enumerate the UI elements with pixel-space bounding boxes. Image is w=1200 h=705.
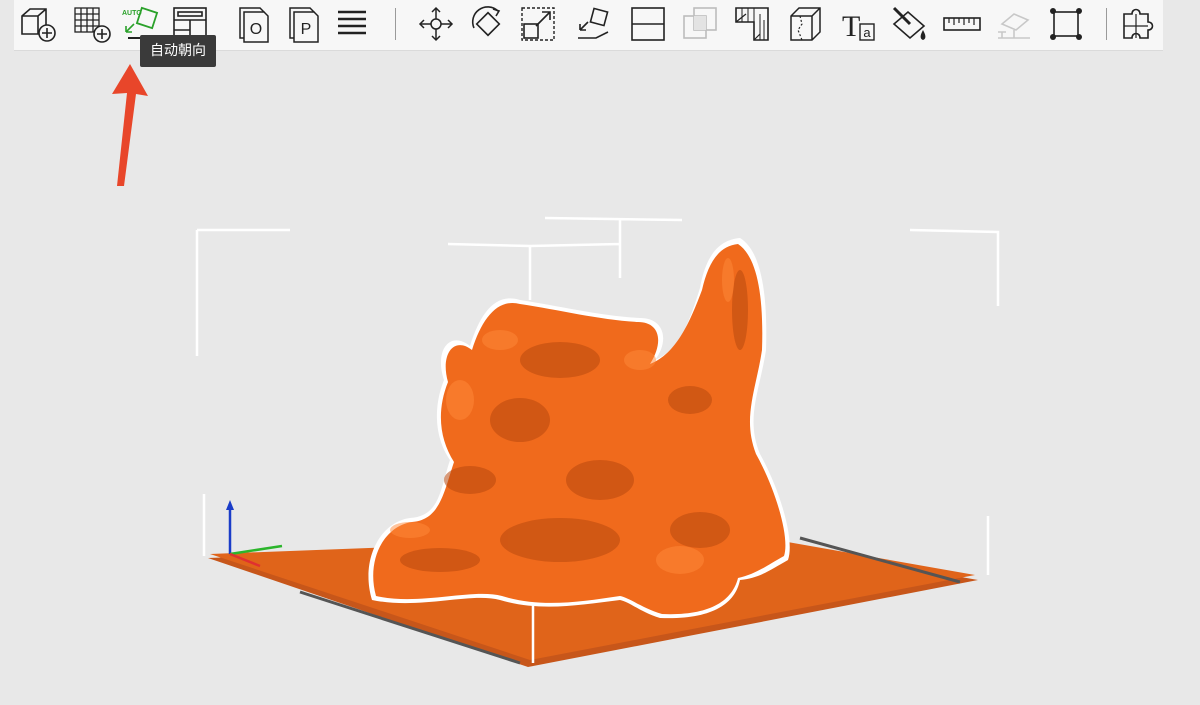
boolean-icon bbox=[683, 7, 717, 39]
cut-button[interactable] bbox=[626, 2, 670, 46]
split-cube-icon bbox=[790, 7, 821, 41]
hollow-icon bbox=[735, 7, 769, 41]
toolbar-separator bbox=[1106, 8, 1107, 40]
paint-bucket-icon bbox=[892, 6, 926, 40]
ruler-icon bbox=[943, 17, 981, 31]
3d-model[interactable] bbox=[368, 238, 790, 619]
rotate-icon bbox=[471, 6, 501, 37]
cut-plane-icon bbox=[631, 7, 665, 41]
text-icon: T a bbox=[842, 10, 875, 43]
boolean-button[interactable] bbox=[678, 2, 722, 46]
support-icon bbox=[998, 13, 1030, 39]
page-p-glyph: P bbox=[301, 21, 312, 38]
plugins-button[interactable] bbox=[1116, 2, 1160, 46]
add-grid-model-button[interactable] bbox=[70, 2, 114, 46]
place-on-face-button[interactable] bbox=[572, 2, 616, 46]
document-o-icon: O bbox=[239, 7, 269, 43]
split-button[interactable] bbox=[784, 2, 828, 46]
measure-button[interactable] bbox=[940, 2, 984, 46]
move-button[interactable] bbox=[414, 2, 458, 46]
toolbar-separator bbox=[395, 8, 396, 40]
page-p-button[interactable]: P bbox=[282, 2, 326, 46]
puzzle-icon bbox=[1123, 8, 1154, 39]
place-on-face-icon bbox=[578, 7, 609, 39]
scene bbox=[195, 216, 1000, 667]
scale-button[interactable] bbox=[516, 2, 560, 46]
grid-plus-icon bbox=[74, 7, 111, 43]
page-o-button[interactable]: O bbox=[232, 2, 276, 46]
rotate-button[interactable] bbox=[466, 2, 510, 46]
scale-icon bbox=[521, 7, 555, 41]
support-button[interactable] bbox=[992, 2, 1036, 46]
text-button[interactable]: T a bbox=[836, 2, 880, 46]
fit-frame-button[interactable] bbox=[1044, 2, 1088, 46]
text-glyph-a: a bbox=[863, 25, 871, 40]
add-model-button[interactable] bbox=[16, 2, 60, 46]
layers-button[interactable] bbox=[330, 2, 374, 46]
page-o-glyph: O bbox=[250, 21, 262, 38]
hollow-button[interactable] bbox=[730, 2, 774, 46]
fit-frame-icon bbox=[1050, 8, 1082, 40]
cube-plus-icon bbox=[21, 8, 56, 42]
3d-viewport[interactable] bbox=[0, 60, 1200, 700]
text-glyph-t: T bbox=[842, 10, 860, 43]
document-p-icon: P bbox=[289, 7, 319, 43]
layers-list-icon bbox=[338, 10, 366, 35]
paint-button[interactable] bbox=[888, 2, 932, 46]
move-arrows-icon bbox=[418, 6, 454, 42]
z-axis-arrow bbox=[226, 500, 234, 510]
